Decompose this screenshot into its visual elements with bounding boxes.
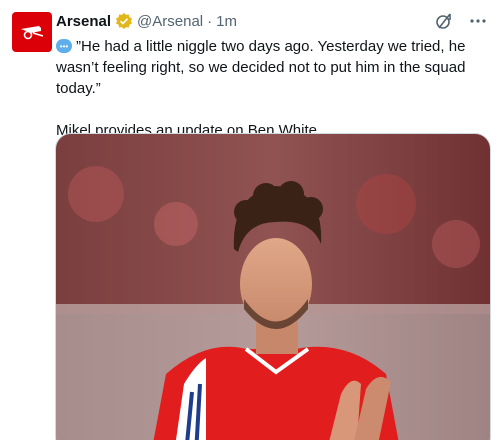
author-handle[interactable]: @Arsenal	[137, 13, 203, 30]
speech-bubble-icon	[56, 36, 72, 57]
more-icon[interactable]	[468, 11, 488, 31]
tweet-media-photo[interactable]	[55, 133, 491, 440]
author-name[interactable]: Arsenal	[56, 13, 111, 30]
grok-icon[interactable]	[434, 11, 454, 31]
timestamp[interactable]: 1m	[216, 13, 237, 30]
tweet-text: ”He had a little niggle two days ago. Ye…	[56, 36, 486, 141]
tweet-quote-text: ”He had a little niggle two days ago. Ye…	[56, 38, 466, 97]
separator-dot: ·	[207, 12, 213, 30]
cannon-icon	[21, 26, 44, 40]
tweet-quote-paragraph: ”He had a little niggle two days ago. Ye…	[56, 36, 486, 99]
tweet-header: Arsenal @Arsenal · 1m	[56, 10, 488, 32]
verified-badge-icon	[115, 12, 133, 30]
arsenal-avatar[interactable]	[12, 12, 52, 52]
